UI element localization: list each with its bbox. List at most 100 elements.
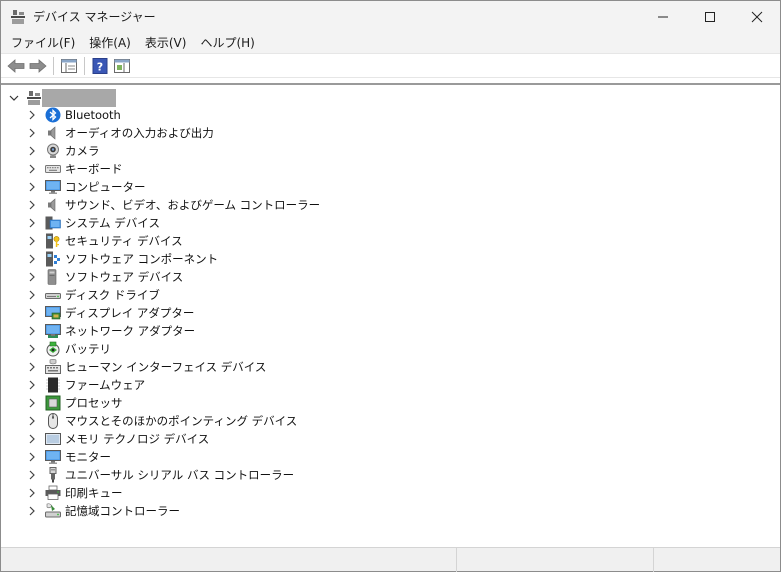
show-hide-console-tree-button[interactable] bbox=[58, 56, 80, 76]
forward-button[interactable] bbox=[27, 56, 49, 76]
tree-category-row[interactable]: ディスク ドライブ bbox=[25, 286, 320, 304]
tree-category-row[interactable]: オーディオの入力および出力 bbox=[25, 124, 320, 142]
expand-chevron[interactable] bbox=[25, 234, 39, 248]
tree-category-row[interactable]: 印刷キュー bbox=[25, 484, 320, 502]
expand-chevron[interactable] bbox=[25, 486, 39, 500]
tree-category-row[interactable]: セキュリティ デバイス bbox=[25, 232, 320, 250]
chevron-right-icon bbox=[29, 218, 35, 228]
tree-category-row[interactable]: バッテリ bbox=[25, 340, 320, 358]
category-label: システム デバイス bbox=[65, 216, 160, 230]
tree-category-row[interactable]: ファームウェア bbox=[25, 376, 320, 394]
toolbar: ? bbox=[1, 54, 780, 78]
chevron-right-icon bbox=[29, 344, 35, 354]
tree-category-row[interactable]: マウスとそのほかのポインティング デバイス bbox=[25, 412, 320, 430]
chevron-right-icon bbox=[29, 254, 35, 264]
tree-category-row[interactable]: ソフトウェア コンポーネント bbox=[25, 250, 320, 268]
expand-chevron[interactable] bbox=[25, 432, 39, 446]
tree-category-row[interactable]: コンピューター bbox=[25, 178, 320, 196]
title-bar[interactable]: デバイス マネージャー bbox=[1, 1, 780, 32]
chevron-right-icon bbox=[29, 362, 35, 372]
tree-category-row[interactable]: ヒューマン インターフェイス デバイス bbox=[25, 358, 320, 376]
category-label: 印刷キュー bbox=[65, 486, 123, 500]
printer-icon bbox=[45, 485, 61, 501]
expand-chevron[interactable] bbox=[25, 306, 39, 320]
bluetooth-icon bbox=[45, 107, 61, 123]
expand-chevron[interactable] bbox=[25, 360, 39, 374]
close-button[interactable] bbox=[733, 1, 780, 32]
expand-chevron[interactable] bbox=[25, 324, 39, 338]
expand-chevron[interactable] bbox=[25, 198, 39, 212]
category-label: メモリ テクノロジ デバイス bbox=[65, 432, 210, 446]
toolbar-separator bbox=[53, 56, 54, 75]
tree-category-row[interactable]: カメラ bbox=[25, 142, 320, 160]
chevron-right-icon bbox=[29, 470, 35, 480]
expand-chevron[interactable] bbox=[25, 450, 39, 464]
tree-category-row[interactable]: サウンド、ビデオ、およびゲーム コントローラー bbox=[25, 196, 320, 214]
network-adapter-icon bbox=[45, 323, 61, 339]
category-label: サウンド、ビデオ、およびゲーム コントローラー bbox=[65, 198, 321, 212]
status-segment bbox=[1, 548, 457, 572]
toolbar-separator bbox=[84, 56, 85, 75]
expand-chevron[interactable] bbox=[25, 270, 39, 284]
tree-category-row[interactable]: モニター bbox=[25, 448, 320, 466]
expand-chevron[interactable] bbox=[25, 180, 39, 194]
chevron-right-icon bbox=[29, 290, 35, 300]
back-button[interactable] bbox=[5, 56, 27, 76]
menu-action[interactable]: 操作(A) bbox=[82, 33, 138, 53]
tree-category-row[interactable]: プロセッサ bbox=[25, 394, 320, 412]
tree-category-row[interactable]: ネットワーク アダプター bbox=[25, 322, 320, 340]
menu-help[interactable]: ヘルプ(H) bbox=[193, 33, 261, 53]
minimize-button[interactable] bbox=[639, 1, 686, 32]
chevron-right-icon bbox=[29, 308, 35, 318]
category-label: ソフトウェア デバイス bbox=[65, 270, 184, 284]
battery-icon bbox=[45, 341, 61, 357]
menu-file[interactable]: ファイル(F) bbox=[4, 33, 82, 53]
maximize-button[interactable] bbox=[686, 1, 733, 32]
tree-category-row[interactable]: ソフトウェア デバイス bbox=[25, 268, 320, 286]
expand-chevron[interactable] bbox=[25, 144, 39, 158]
monitor-icon bbox=[45, 179, 61, 195]
mouse-icon bbox=[45, 413, 61, 429]
tree-category-row[interactable]: 記憶域コントローラー bbox=[25, 502, 320, 520]
tree-root[interactable] bbox=[7, 89, 116, 107]
category-label: モニター bbox=[65, 450, 111, 464]
help-button[interactable]: ? bbox=[89, 56, 111, 76]
close-icon bbox=[751, 11, 762, 22]
tree-category-row[interactable]: ディスプレイ アダプター bbox=[25, 304, 320, 322]
expand-chevron[interactable] bbox=[25, 162, 39, 176]
collapse-chevron[interactable] bbox=[7, 91, 21, 105]
expand-chevron[interactable] bbox=[25, 378, 39, 392]
expand-chevron[interactable] bbox=[25, 396, 39, 410]
expand-chevron[interactable] bbox=[25, 108, 39, 122]
chevron-right-icon bbox=[29, 326, 35, 336]
expand-chevron[interactable] bbox=[25, 252, 39, 266]
expand-chevron[interactable] bbox=[25, 216, 39, 230]
category-label: カメラ bbox=[65, 144, 100, 158]
expand-chevron[interactable] bbox=[25, 288, 39, 302]
expand-chevron[interactable] bbox=[25, 504, 39, 518]
menu-view[interactable]: 表示(V) bbox=[138, 33, 194, 53]
chevron-right-icon bbox=[29, 236, 35, 246]
chevron-right-icon bbox=[29, 380, 35, 390]
category-label: ユニバーサル シリアル バス コントローラー bbox=[65, 468, 295, 482]
tree-category-row[interactable]: Bluetooth bbox=[25, 106, 320, 124]
maximize-icon bbox=[704, 11, 715, 22]
expand-chevron[interactable] bbox=[25, 126, 39, 140]
expand-chevron[interactable] bbox=[25, 342, 39, 356]
expand-chevron[interactable] bbox=[25, 414, 39, 428]
chevron-right-icon bbox=[29, 434, 35, 444]
device-tree[interactable]: Bluetooth オーディオの入力および出力カメラキーボードコンピューターサウン… bbox=[1, 83, 780, 547]
chevron-right-icon bbox=[29, 110, 35, 120]
tree-category-row[interactable]: キーボード bbox=[25, 160, 320, 178]
category-label: コンピューター bbox=[65, 180, 146, 194]
hid-icon bbox=[45, 359, 61, 375]
expand-chevron[interactable] bbox=[25, 468, 39, 482]
tree-category-row[interactable]: ユニバーサル シリアル バス コントローラー bbox=[25, 466, 320, 484]
memory-icon bbox=[45, 431, 61, 447]
tree-category-row[interactable]: メモリ テクノロジ デバイス bbox=[25, 430, 320, 448]
properties-icon bbox=[61, 58, 77, 73]
tree-category-row[interactable]: システム デバイス bbox=[25, 214, 320, 232]
status-segment bbox=[457, 548, 654, 572]
show-action-pane-button[interactable] bbox=[111, 56, 133, 76]
chevron-right-icon bbox=[29, 416, 35, 426]
